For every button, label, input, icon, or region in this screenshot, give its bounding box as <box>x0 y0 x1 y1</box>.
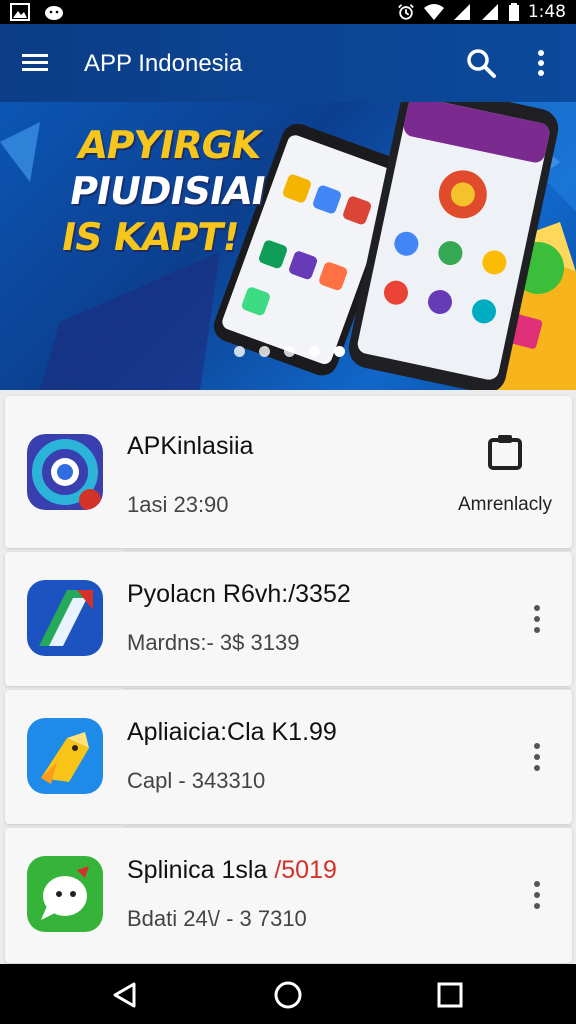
app-meta: Capl - 343310 <box>127 768 266 793</box>
signal-icon <box>453 4 470 20</box>
more-vert-icon[interactable] <box>530 880 544 910</box>
divider <box>123 550 572 551</box>
carousel-indicator <box>234 346 345 357</box>
more-vert-icon[interactable] <box>528 46 554 80</box>
list-item[interactable]: Apliaicia:Cla K1.99 Capl - 343310 <box>5 690 572 824</box>
carousel-dot[interactable] <box>234 346 245 357</box>
more-vert-icon[interactable] <box>530 604 544 634</box>
install-label: Amrenlacly <box>458 494 552 515</box>
carousel-dot[interactable] <box>259 346 270 357</box>
app-icon <box>27 856 103 932</box>
clipboard-icon <box>488 435 522 470</box>
more-vert-icon[interactable] <box>530 742 544 772</box>
install-button[interactable]: Amrenlacly <box>445 428 565 518</box>
carousel-dot[interactable] <box>334 346 345 357</box>
wifi-icon <box>423 4 444 20</box>
app-title: APP Indonesia <box>84 50 243 77</box>
app-name: Apliaicia:Cla K1.99 <box>127 718 337 746</box>
app-list: APKinlasiia 1asi 23:90 Amrenlacly Pyolac… <box>5 396 572 963</box>
app-bar: APP Indonesia <box>0 24 576 102</box>
battery-icon <box>508 3 519 21</box>
search-icon[interactable] <box>464 46 498 80</box>
system-nav-bar <box>0 964 576 1024</box>
menu-icon[interactable] <box>18 48 54 78</box>
app-name-accent: /5019 <box>274 856 337 884</box>
promo-banner[interactable]: APYIRGK PIUDISIAI IS KAPT! <box>0 102 576 390</box>
gallery-icon <box>10 3 30 21</box>
app-icon <box>27 580 103 656</box>
app-name: Pyolacn R6vh:/3352 <box>127 580 351 608</box>
app-meta: Bdati 24\/ - 3 7310 <box>127 906 307 931</box>
status-bar: 1:48 <box>0 0 576 24</box>
divider <box>123 826 572 827</box>
home-icon[interactable] <box>271 978 305 1012</box>
banner-headline: APYIRGK PIUDISIAI IS KAPT! <box>58 123 269 259</box>
app-icon <box>27 718 103 794</box>
android-icon <box>45 6 63 20</box>
recents-icon[interactable] <box>433 978 467 1012</box>
alarm-icon <box>397 4 414 20</box>
carousel-dot[interactable] <box>284 346 295 357</box>
status-time: 1:48 <box>527 2 566 22</box>
app-name: Splinica 1sla /5019 <box>127 856 337 884</box>
list-item[interactable]: Splinica 1sla /5019 Bdati 24\/ - 3 7310 <box>5 828 572 963</box>
carousel-dot[interactable] <box>309 346 320 357</box>
app-icon <box>27 434 103 510</box>
app-meta: Mardns:- 3$ 3139 <box>127 630 300 655</box>
signal-icon <box>481 4 498 20</box>
back-icon[interactable] <box>108 978 142 1012</box>
app-name: APKinlasiia <box>127 432 254 460</box>
app-meta: 1asi 23:90 <box>127 492 229 517</box>
divider <box>123 688 572 689</box>
list-item[interactable]: Pyolacn R6vh:/3352 Mardns:- 3$ 3139 <box>5 552 572 686</box>
list-item[interactable]: APKinlasiia 1asi 23:90 Amrenlacly <box>5 396 572 548</box>
